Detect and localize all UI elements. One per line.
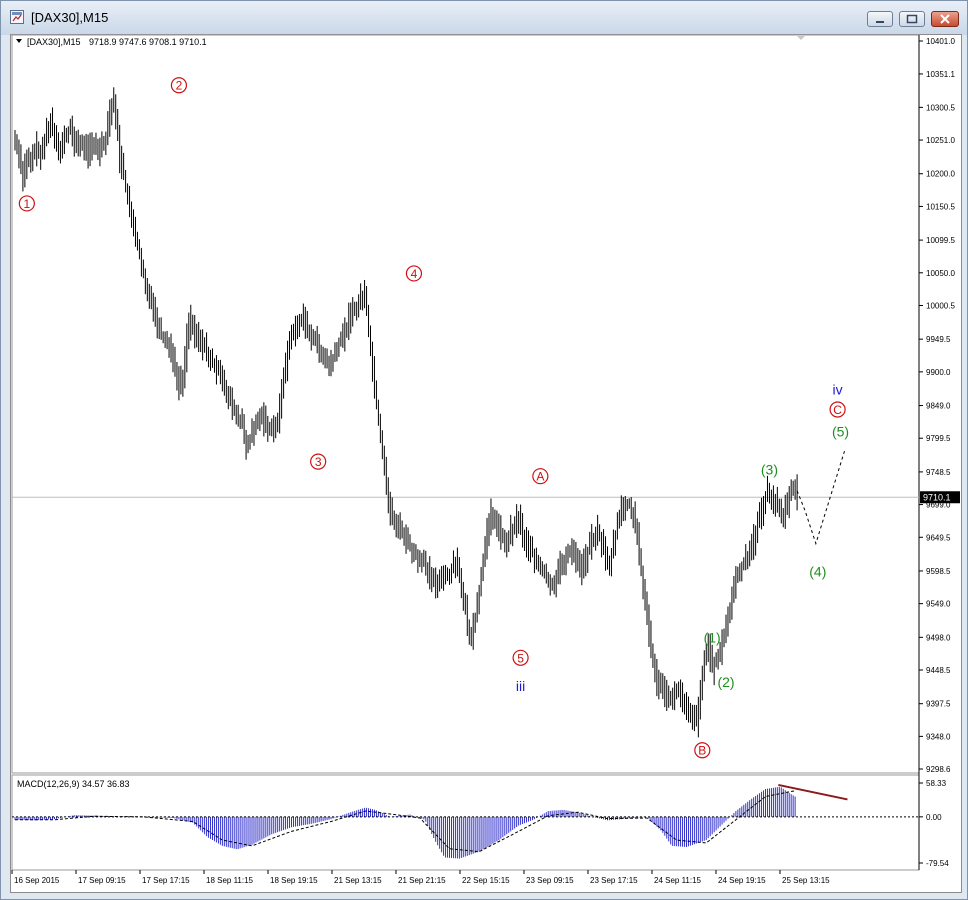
wave-label: (4) — [809, 563, 826, 579]
price-tick-label: 10099.5 — [926, 236, 955, 245]
shift-marker-icon — [797, 36, 805, 40]
time-tick-label: 18 Sep 11:15 — [206, 876, 254, 885]
price-tick-label: 9748.5 — [926, 468, 951, 477]
menu-triangle-icon[interactable] — [16, 39, 22, 43]
elliott-wave-labels: 1 2 3 4 5 iii A B (1) (2) (3) (4) (5) Civ — [18, 77, 849, 759]
minimize-button[interactable] — [867, 11, 893, 27]
price-tick-label: 9949.5 — [926, 335, 951, 344]
wave-label: 1 — [24, 197, 31, 211]
restore-icon — [906, 14, 918, 24]
price-tick-label: 10000.5 — [926, 301, 955, 310]
price-tick-label: 9799.5 — [926, 434, 951, 443]
wave-label: A — [536, 470, 544, 484]
price-tick-label: 9849.0 — [926, 402, 951, 411]
title-bar[interactable]: [DAX30],M15 — [1, 1, 967, 35]
chart-window-icon — [10, 10, 24, 24]
price-tick-label: 10351.1 — [926, 70, 955, 79]
chart-symbol-label: [DAX30],M15 — [27, 37, 81, 47]
time-tick-label: 25 Sep 13:15 — [782, 876, 830, 885]
time-tick-label: 17 Sep 17:15 — [142, 876, 190, 885]
wave-label: (5) — [832, 423, 849, 439]
time-tick-label: 23 Sep 09:15 — [526, 876, 574, 885]
macd-tick-label: 0.00 — [926, 813, 942, 822]
macd-tick-label: 58.33 — [926, 779, 947, 788]
wave-label: B — [698, 744, 706, 758]
price-tick-label: 10050.0 — [926, 269, 955, 278]
price-tick-label: 9448.5 — [926, 666, 951, 675]
price-tick-label: 9598.5 — [926, 567, 951, 576]
wave-label: (1) — [704, 629, 721, 645]
time-tick-label: 23 Sep 17:15 — [590, 876, 638, 885]
wave-label: (3) — [761, 462, 778, 478]
time-tick-label: 17 Sep 09:15 — [78, 876, 126, 885]
price-tick-label: 9397.5 — [926, 700, 951, 709]
time-tick-label: 21 Sep 13:15 — [334, 876, 382, 885]
price-tick-label: 10401.0 — [926, 37, 955, 46]
price-tick-label: 9298.6 — [926, 765, 951, 774]
wave-label: iv — [833, 382, 843, 398]
price-tick-label: 9549.0 — [926, 600, 951, 609]
chart-ohlc-label: 9718.9 9747.6 9708.1 9710.1 — [89, 37, 207, 47]
time-tick-label: 24 Sep 11:15 — [654, 876, 702, 885]
maximize-button[interactable] — [899, 11, 925, 27]
time-tick-label: 21 Sep 21:15 — [398, 876, 446, 885]
ohlc-bars — [14, 87, 798, 738]
price-tick-label: 9900.0 — [926, 368, 951, 377]
price-tick-label: 10300.5 — [926, 103, 955, 112]
window-title: [DAX30],M15 — [31, 10, 109, 25]
time-tick-label: 22 Sep 15:15 — [462, 876, 510, 885]
minimize-icon — [876, 21, 884, 23]
time-tick-label: 18 Sep 19:15 — [270, 876, 318, 885]
price-tag: 9710.1 — [920, 491, 960, 504]
wave-label: 5 — [517, 651, 524, 665]
price-tick-label: 10150.5 — [926, 202, 955, 211]
price-tick-label: 9649.5 — [926, 533, 951, 542]
close-icon — [940, 14, 950, 24]
wave-label: C — [833, 403, 842, 417]
price-axis-ticks: 10401.0 10351.1 10300.5 10251.0 10200.0 10150… — [919, 37, 955, 774]
macd-tick-label: -79.54 — [926, 859, 949, 868]
wave-label: iii — [516, 678, 525, 694]
price-tick-label: 9348.0 — [926, 732, 951, 741]
macd-title: MACD(12,26,9) 34.57 36.83 — [17, 779, 130, 789]
main-plot-frame — [11, 34, 920, 774]
price-tick-label: 9498.0 — [926, 633, 951, 642]
price-tick-label: 10200.0 — [926, 170, 955, 179]
wave-label: (2) — [717, 674, 734, 690]
wave-label: 3 — [315, 455, 322, 469]
price-tick-label: 10251.0 — [926, 136, 955, 145]
wave-label: 4 — [411, 267, 418, 281]
wave-label: 2 — [176, 79, 183, 93]
price-chart[interactable]: [DAX30],M15 9718.9 9747.6 9708.1 9710.1 … — [9, 33, 961, 892]
time-tick-label: 24 Sep 19:15 — [718, 876, 766, 885]
close-button[interactable] — [931, 11, 959, 27]
macd-histogram — [14, 786, 796, 859]
price-tag-text: 9710.1 — [923, 492, 951, 502]
time-tick-label: 16 Sep 2015 — [14, 876, 60, 885]
time-axis-ticks: 16 Sep 2015 17 Sep 09:15 17 Sep 17:15 18 Se… — [11, 870, 830, 885]
macd-axis-ticks: 58.33 0.00 -79.54 — [919, 779, 949, 868]
